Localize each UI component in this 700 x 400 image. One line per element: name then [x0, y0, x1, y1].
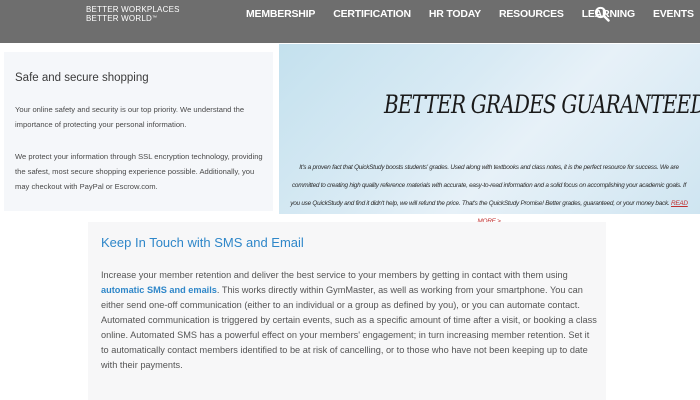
banner-heading: BETTER GRADES GUARANTEED: [384, 89, 700, 119]
logo[interactable]: BETTER WORKPLACES BETTER WORLD™: [86, 5, 180, 23]
nav-item-events[interactable]: EVENTS: [653, 8, 694, 20]
top-navbar: BETTER WORKPLACES BETTER WORLD™ MEMBERSH…: [0, 0, 700, 43]
logo-line1: BETTER WORKPLACES: [86, 5, 180, 14]
nav-item-hr-today[interactable]: HR TODAY: [429, 8, 481, 20]
nav-menu: MEMBERSHIP CERTIFICATION HR TODAY RESOUR…: [246, 7, 700, 21]
secure-shopping-card: Safe and secure shopping Your online saf…: [4, 52, 273, 211]
nav-item-membership[interactable]: MEMBERSHIP: [246, 8, 315, 20]
secure-shopping-paragraph-2: We protect your information through SSL …: [15, 152, 263, 191]
secure-shopping-title: Safe and secure shopping: [15, 72, 149, 84]
nav-item-resources[interactable]: RESOURCES: [499, 8, 564, 20]
logo-line2: BETTER WORLD: [86, 14, 152, 23]
search-icon[interactable]: [594, 6, 610, 22]
banner-text: It's a proven fact that QuickStudy boost…: [289, 159, 689, 231]
banner-paragraph: It's a proven fact that QuickStudy boost…: [290, 164, 687, 207]
automatic-sms-link[interactable]: automatic SMS and emails: [101, 285, 217, 295]
sms-email-card: Keep In Touch with SMS and Email Increas…: [88, 222, 606, 400]
logo-trademark: ™: [151, 15, 158, 21]
secure-shopping-paragraph-1: Your online safety and security is our t…: [15, 105, 245, 129]
sms-email-body: Increase your member retention and deliv…: [101, 268, 597, 373]
sms-body-text-before: Increase your member retention and deliv…: [101, 270, 568, 280]
sms-email-title: Keep In Touch with SMS and Email: [101, 235, 304, 250]
guarantee-banner: BETTER GRADES GUARANTEED It's a proven f…: [279, 44, 700, 225]
sms-body-text-after: . This works directly within GymMaster, …: [101, 285, 597, 370]
nav-item-certification[interactable]: CERTIFICATION: [333, 8, 411, 20]
